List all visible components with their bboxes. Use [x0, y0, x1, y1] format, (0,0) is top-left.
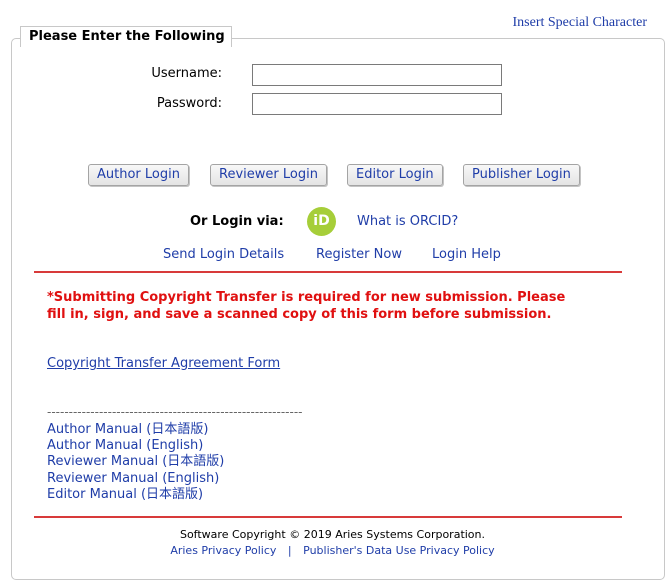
password-label: Password: — [156, 96, 222, 111]
aries-privacy-policy-link[interactable]: Aries Privacy Policy — [170, 544, 276, 557]
form-legend: Please Enter the Following — [20, 26, 232, 47]
author-manual-english-link[interactable]: Author Manual (English) — [47, 438, 203, 454]
insert-special-character-link[interactable]: Insert Special Character — [513, 15, 648, 31]
footer-privacy-links: Aries Privacy Policy | Publisher's Data … — [0, 544, 665, 557]
divider-top — [34, 271, 622, 273]
password-input[interactable] — [252, 93, 502, 115]
login-help-link[interactable]: Login Help — [432, 247, 501, 262]
publisher-data-use-policy-link[interactable]: Publisher's Data Use Privacy Policy — [303, 544, 495, 557]
footer-separator: | — [287, 544, 292, 557]
orcid-icon[interactable]: iD — [307, 207, 336, 236]
what-is-orcid-link[interactable]: What is ORCID? — [357, 214, 458, 229]
reviewer-manual-english-link[interactable]: Reviewer Manual (English) — [47, 471, 219, 487]
editor-login-button[interactable]: Editor Login — [347, 164, 443, 186]
publisher-login-button[interactable]: Publisher Login — [463, 164, 580, 186]
divider-bottom — [34, 516, 622, 518]
send-login-details-link[interactable]: Send Login Details — [163, 247, 284, 262]
software-copyright: Software Copyright © 2019 Aries Systems … — [179, 528, 486, 541]
or-login-via-label: Or Login via: — [190, 214, 284, 229]
username-label: Username: — [151, 66, 222, 81]
register-now-link[interactable]: Register Now — [316, 247, 402, 262]
reviewer-manual-japanese-link[interactable]: Reviewer Manual (日本語版) — [47, 454, 224, 470]
author-login-button[interactable]: Author Login — [88, 164, 189, 186]
reviewer-login-button[interactable]: Reviewer Login — [210, 164, 327, 186]
copyright-notice-line1: *Submitting Copyright Transfer is requir… — [47, 290, 566, 305]
manuals-dash-divider: ----------------------------------------… — [47, 405, 303, 419]
editor-manual-japanese-link[interactable]: Editor Manual (日本語版) — [47, 487, 203, 503]
copyright-transfer-form-link[interactable]: Copyright Transfer Agreement Form — [47, 356, 280, 371]
username-input[interactable] — [252, 64, 502, 86]
author-manual-japanese-link[interactable]: Author Manual (日本語版) — [47, 422, 208, 438]
copyright-notice-line2: fill in, sign, and save a scanned copy o… — [47, 307, 552, 322]
